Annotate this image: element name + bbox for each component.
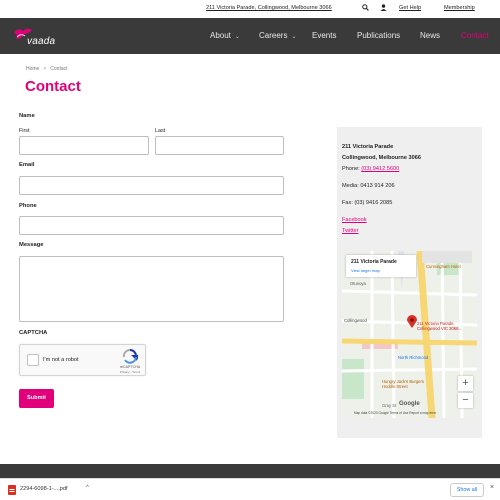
sidebar-phone: Phone: (03) 9412 5600 bbox=[342, 166, 399, 172]
download-file-name[interactable]: 2294-6098-1-....pdf bbox=[20, 486, 68, 492]
map-place-label: North Richmond bbox=[398, 355, 429, 360]
main-nav: vaada About ⌄ Careers ⌄ Events Publication… bbox=[0, 18, 500, 54]
email-input[interactable] bbox=[19, 176, 284, 195]
nav-item-contact[interactable]: Contact bbox=[461, 31, 489, 40]
chevron-up-icon[interactable]: ^ bbox=[86, 485, 89, 491]
map-place-label: Gray St bbox=[382, 403, 397, 408]
recaptcha-logo-icon bbox=[122, 349, 138, 364]
twitter-link[interactable]: Twitter bbox=[342, 228, 358, 234]
first-name-label: First bbox=[19, 128, 30, 134]
nav-item-about[interactable]: About ⌄ bbox=[210, 31, 240, 40]
phone-prefix: Phone: bbox=[342, 166, 360, 172]
vaada-logo[interactable]: vaada bbox=[12, 25, 64, 47]
nav-label-careers: Careers bbox=[259, 31, 288, 40]
chevron-down-icon: ⌄ bbox=[234, 34, 240, 40]
map-footer[interactable]: Map data ©2023 Google Terms of Use Repor… bbox=[354, 411, 436, 415]
logo-text: vaada bbox=[27, 36, 56, 47]
recaptcha-brand: reCAPTCHA bbox=[119, 365, 141, 369]
map-pin-label: 211 Victoria Parade, Collingwood VIC 306… bbox=[417, 321, 462, 331]
phone-link[interactable]: (03) 9412 5600 bbox=[361, 166, 399, 172]
close-icon[interactable]: × bbox=[490, 484, 494, 491]
show-all-button[interactable]: Show all bbox=[450, 483, 484, 497]
google-logo: Google bbox=[399, 401, 420, 407]
facebook-link[interactable]: Facebook bbox=[342, 217, 367, 223]
utility-bar: 211 Victoria Parade, Collingwood, Melbou… bbox=[0, 0, 500, 18]
recaptcha-text: I'm not a robot bbox=[43, 357, 79, 363]
message-label: Message bbox=[19, 242, 44, 248]
phone-label: Phone bbox=[19, 203, 37, 209]
site-footer bbox=[0, 464, 500, 478]
last-name-input[interactable] bbox=[155, 136, 284, 155]
map-card-title: 211 Victoria Parade bbox=[351, 259, 397, 265]
sidebar-fax: Fax: (03) 9416 2085 bbox=[342, 200, 393, 206]
map-info-card: 211 Victoria Parade View larger map bbox=[346, 255, 416, 277]
sidebar-address-line-1: 211 Victoria Parade bbox=[342, 144, 394, 150]
sidebar-media: Media: 0413 914 206 bbox=[342, 183, 395, 189]
recaptcha-terms[interactable]: Privacy - Terms bbox=[116, 370, 144, 374]
last-name-label: Last bbox=[155, 128, 166, 134]
submit-button[interactable]: Submit bbox=[19, 389, 54, 408]
breadcrumb-home[interactable]: Home bbox=[26, 66, 39, 72]
nav-label-about: About bbox=[210, 31, 231, 40]
map-pin-icon[interactable] bbox=[407, 315, 417, 328]
address-link[interactable]: 211 Victoria Parade, Collingwood, Melbou… bbox=[206, 5, 332, 11]
membership-link[interactable]: Membership bbox=[444, 5, 475, 11]
nav-item-publications[interactable]: Publications bbox=[357, 31, 400, 40]
email-label: Email bbox=[19, 162, 35, 168]
nav-item-news[interactable]: News bbox=[420, 31, 440, 40]
map-place-label[interactable]: Cunningham Hotel bbox=[426, 264, 461, 269]
user-icon[interactable] bbox=[380, 4, 387, 11]
breadcrumb: Home > Contact bbox=[26, 66, 68, 72]
google-map[interactable]: 211 Victoria Parade View larger map Cunn… bbox=[342, 251, 477, 418]
downloads-bar: 2294-6098-1-....pdf ^ Show all × bbox=[0, 478, 500, 500]
get-help-link[interactable]: Get Help bbox=[399, 5, 421, 11]
message-textarea[interactable] bbox=[19, 256, 284, 322]
nav-item-events[interactable]: Events bbox=[312, 31, 336, 40]
pdf-file-icon bbox=[8, 485, 16, 495]
first-name-input[interactable] bbox=[19, 136, 149, 155]
map-place-label: Collingwood bbox=[344, 318, 367, 323]
map-place-label[interactable]: Hungry Jack's Burgers Hoddle Street bbox=[382, 379, 428, 389]
phone-input[interactable] bbox=[19, 216, 284, 235]
breadcrumb-separator: > bbox=[43, 66, 47, 72]
contact-sidebar: 211 Victoria Parade Collingwood, Melbour… bbox=[337, 127, 482, 438]
nav-item-careers[interactable]: Careers ⌄ bbox=[259, 31, 296, 40]
map-place-label: Otunoya bbox=[350, 281, 366, 286]
name-label: Name bbox=[19, 113, 35, 119]
recaptcha-widget: I'm not a robot reCAPTCHA Privacy - Term… bbox=[19, 344, 146, 376]
view-larger-map-link[interactable]: View larger map bbox=[351, 268, 380, 273]
map-zoom-out-button[interactable]: − bbox=[458, 393, 473, 408]
captcha-label: CAPTCHA bbox=[19, 330, 48, 336]
breadcrumb-current: Contact bbox=[50, 66, 68, 72]
sidebar-address-line-2: Collingwood, Melbourne 3066 bbox=[342, 155, 421, 161]
search-icon[interactable] bbox=[362, 4, 369, 11]
page-title: Contact bbox=[25, 78, 81, 95]
recaptcha-checkbox[interactable] bbox=[27, 354, 39, 366]
chevron-down-icon: ⌄ bbox=[291, 34, 297, 40]
map-zoom-in-button[interactable]: + bbox=[458, 376, 473, 391]
